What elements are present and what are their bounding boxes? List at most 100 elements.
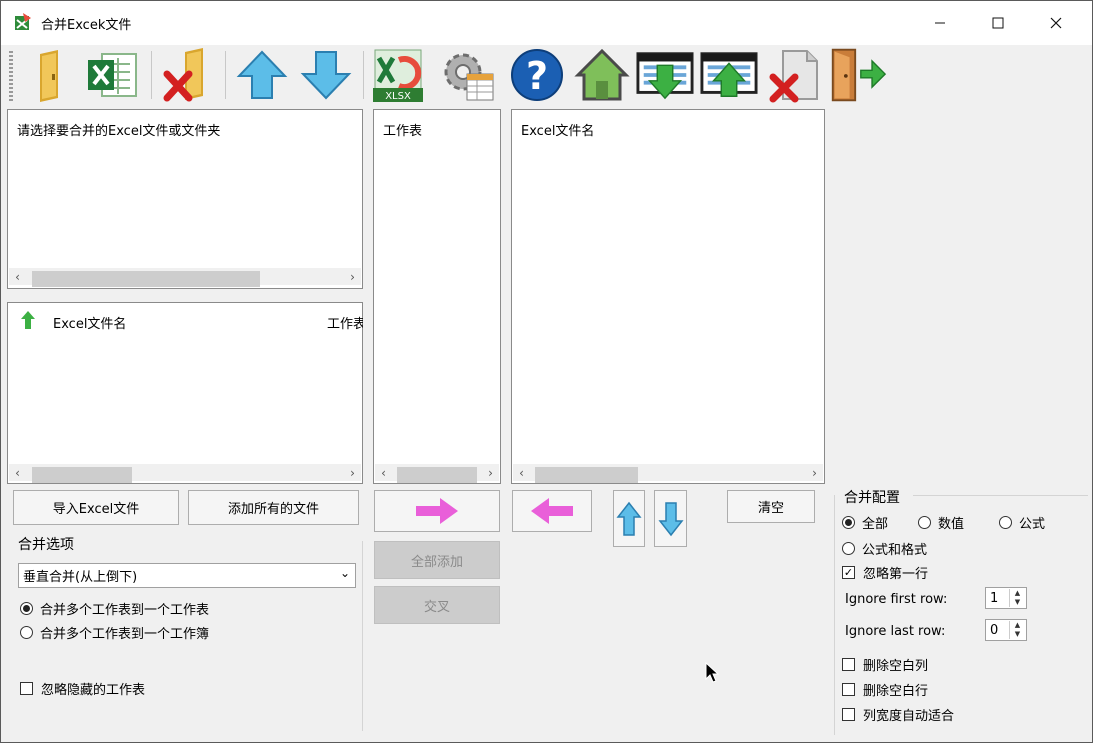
close-button[interactable] — [1027, 1, 1085, 45]
scroll-right-icon[interactable]: › — [344, 464, 361, 481]
scroll-left-icon[interactable]: ‹ — [9, 464, 26, 481]
autofit-columns-checkbox[interactable]: 列宽度自动适合 — [842, 705, 954, 724]
ignore-first-row-count-label: Ignore first row: — [845, 592, 948, 607]
exit-icon — [831, 48, 887, 102]
column-header-filename[interactable]: Excel文件名 — [53, 313, 126, 332]
add-all-button[interactable]: 全部添加 — [374, 541, 500, 579]
cross-button[interactable]: 交叉 — [374, 586, 500, 624]
ignore-hidden-sheets-checkbox[interactable]: 忽略隐藏的工作表 — [20, 679, 145, 698]
scroll-right-icon[interactable]: › — [482, 464, 499, 481]
radio-formula[interactable]: 公式 — [999, 513, 1045, 532]
scroll-left-icon[interactable]: ‹ — [513, 464, 530, 481]
toolbar-grip[interactable] — [9, 51, 13, 101]
add-excel-button[interactable] — [83, 47, 141, 103]
ignore-first-row-label: 忽略第一行 — [863, 567, 929, 582]
delete-empty-columns-checkbox[interactable]: 删除空白列 — [842, 655, 928, 674]
radio-indicator[interactable] — [842, 516, 855, 529]
scroll-right-icon[interactable]: › — [344, 268, 361, 285]
merge-config-title: 合并配置 — [844, 490, 900, 506]
radio-formula-label: 公式 — [1019, 517, 1046, 532]
checkbox-checked-icon[interactable]: ✓ — [842, 566, 855, 579]
checkbox-indicator[interactable] — [842, 683, 855, 696]
move-down-button[interactable] — [297, 47, 355, 103]
move-up-icon — [236, 50, 288, 99]
target-move-up-button[interactable] — [613, 490, 645, 547]
checkbox-indicator[interactable] — [842, 658, 855, 671]
open-folder-button[interactable] — [23, 47, 81, 103]
delete-empty-rows-checkbox[interactable]: 删除空白行 — [842, 680, 928, 699]
toolbar-separator — [151, 51, 152, 99]
ignore-last-row-stepper[interactable]: 0 ▲ ▼ — [985, 619, 1027, 641]
radio-merge-to-sheet[interactable]: 合并多个工作表到一个工作表 — [20, 599, 209, 618]
merge-mode-select[interactable]: 垂直合并(从上倒下) ⌄ — [18, 563, 356, 588]
delete-file-button[interactable] — [765, 47, 823, 103]
column-header-sheet[interactable]: 工作表 — [327, 313, 363, 332]
add-all-files-button[interactable]: 添加所有的文件 — [188, 490, 359, 525]
worksheet-panel[interactable]: 工作表 ‹ › — [373, 109, 501, 484]
scroll-thumb[interactable] — [32, 467, 132, 483]
checkbox-indicator[interactable] — [842, 708, 855, 721]
ignore-first-row-stepper[interactable]: 1 ▲ ▼ — [985, 587, 1027, 609]
sort-up-green-icon[interactable] — [21, 311, 35, 329]
help-button[interactable]: ? — [508, 47, 566, 103]
scroll-thumb[interactable] — [32, 271, 260, 287]
worksheet-hscroll[interactable]: ‹ › — [375, 464, 499, 483]
stepper-value[interactable]: 1 — [990, 591, 998, 606]
list-panel-hscroll[interactable]: ‹ › — [9, 464, 361, 483]
ignore-first-row-checkbox[interactable]: ✓ 忽略第一行 — [842, 563, 928, 582]
stepper-value[interactable]: 0 — [990, 623, 998, 638]
radio-all[interactable]: 全部 — [842, 513, 888, 532]
file-folder-panel[interactable]: 请选择要合并的Excel文件或文件夹 ‹ › — [7, 109, 363, 289]
exit-button[interactable] — [829, 47, 887, 103]
export-xlsx-button[interactable]: XLSX — [369, 47, 427, 103]
group-divider — [913, 495, 1088, 496]
maximize-button[interactable] — [969, 1, 1027, 45]
export-list-button[interactable] — [700, 47, 758, 103]
scroll-thumb[interactable] — [397, 467, 477, 483]
settings-button[interactable] — [439, 47, 497, 103]
open-folder-icon — [40, 50, 58, 102]
delete-empty-rows-label: 删除空白行 — [863, 684, 929, 699]
radio-indicator[interactable] — [999, 516, 1012, 529]
move-up-button[interactable] — [233, 47, 291, 103]
minimize-button[interactable] — [911, 1, 969, 45]
mouse-cursor-icon — [705, 662, 719, 683]
main-window: 合并Excek文件 XLSX ? 请选择要合并的Excel文件或文件夹 ‹ › … — [0, 0, 1093, 743]
radio-values[interactable]: 数值 — [918, 513, 964, 532]
stepper-arrows-icon[interactable]: ▲ ▼ — [1009, 621, 1025, 639]
target-files-panel[interactable]: Excel文件名 ‹ › — [511, 109, 825, 484]
scroll-left-icon[interactable]: ‹ — [9, 268, 26, 285]
radio-indicator[interactable] — [20, 626, 33, 639]
stepper-arrows-icon[interactable]: ▲ ▼ — [1009, 589, 1025, 607]
target-hscroll[interactable]: ‹ › — [513, 464, 823, 483]
export-list-icon — [700, 52, 758, 97]
radio-formula-format[interactable]: 公式和格式 — [842, 539, 927, 558]
home-button[interactable] — [573, 47, 631, 103]
settings-icon — [444, 53, 494, 101]
radio-merge-to-workbook-label: 合并多个工作表到一个工作簿 — [40, 627, 210, 642]
checkbox-indicator[interactable] — [20, 682, 33, 695]
excel-file-icon — [88, 53, 137, 97]
radio-indicator[interactable] — [918, 516, 931, 529]
svg-text:XLSX: XLSX — [385, 91, 411, 102]
clear-button[interactable]: 清空 — [727, 490, 815, 523]
file-panel-hscroll[interactable]: ‹ › — [9, 268, 361, 287]
remove-left-button[interactable] — [512, 490, 592, 532]
close-icon — [1050, 17, 1062, 29]
scroll-right-icon[interactable]: › — [806, 464, 823, 481]
move-down-icon — [300, 51, 352, 100]
scroll-left-icon[interactable]: ‹ — [375, 464, 392, 481]
remove-folder-icon — [163, 48, 203, 102]
radio-indicator[interactable] — [842, 542, 855, 555]
radio-all-label: 全部 — [862, 517, 889, 532]
radio-indicator[interactable] — [20, 602, 33, 615]
scroll-thumb[interactable] — [535, 467, 638, 483]
target-move-down-button[interactable] — [654, 490, 687, 547]
selected-files-panel[interactable]: Excel文件名 工作表 ‹ › — [7, 302, 363, 484]
remove-folder-button[interactable] — [159, 47, 217, 103]
import-excel-button[interactable]: 导入Excel文件 — [13, 490, 179, 525]
radio-merge-to-workbook[interactable]: 合并多个工作表到一个工作簿 — [20, 623, 209, 642]
add-right-button[interactable] — [374, 490, 500, 532]
toolbar: XLSX ? — [1, 45, 1092, 107]
import-list-button[interactable] — [636, 47, 694, 103]
